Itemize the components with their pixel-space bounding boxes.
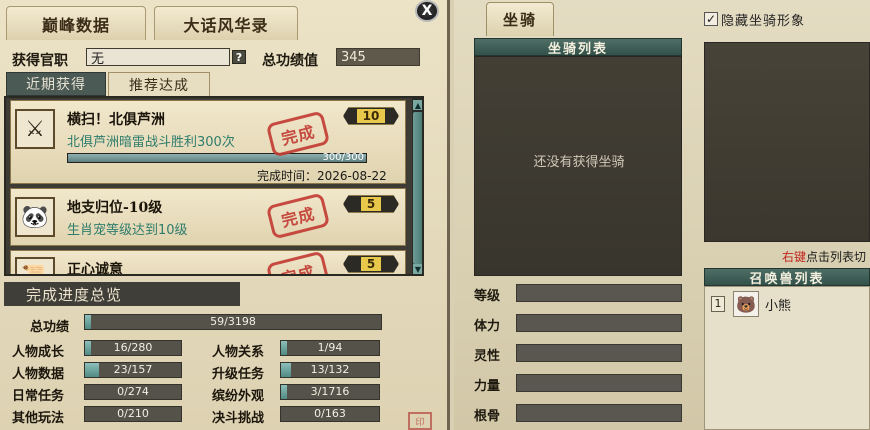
official-title-field: 无 [86,48,230,67]
official-title-label: 获得官职 [12,53,68,69]
achievement-title: 地支归位-10级 [67,200,163,216]
hint-text: 点击列表切 [806,250,867,264]
stat-progress-bar: 13/132 [280,362,380,378]
bear-icon: 🐻 [733,291,759,317]
completion-time: 完成时间：2026-08-22 [257,169,387,183]
mount-list[interactable]: 还没有获得坐骑 [474,56,682,276]
progress-text: 0/210 [117,407,149,420]
attribute-value-bar [516,284,682,302]
mount-list-header: 坐骑列表 [474,38,682,57]
achievement-progress: 300/300 [67,152,367,163]
attribute-label: 灵性 [474,349,501,364]
attribute-label: 体力 [474,319,501,334]
scroll-down-icon[interactable]: ▼ [413,264,422,274]
total-achievement-label: 总功绩 [30,320,70,335]
points-value: 5 [360,197,382,211]
total-achievement-bar: 59/3198 [84,314,382,330]
stat-progress-bar: 16/280 [84,340,182,356]
tab-peak-data[interactable]: 巅峰数据 [6,6,146,40]
summon-name: 小熊 [765,299,792,314]
stat-progress-bar: 1/94 [280,340,380,356]
summon-index: 1 [711,296,725,312]
summon-list-header: 召唤兽列表 [704,268,870,287]
tab-mount[interactable]: 坐骑 [486,2,554,36]
progress-text: 300/300 [322,152,364,163]
empty-mount-message: 还没有获得坐骑 [533,155,625,170]
mount-preview [704,42,870,242]
right-click-hint: 右键点击列表切 [782,248,866,265]
stat-label: 升级任务 [212,367,265,382]
progress-text: 13/132 [310,363,350,376]
achievement-points-badge: 10 [343,107,399,125]
stat-progress-bar: 0/210 [84,406,182,422]
achievement-desc: 生肖宠等级达到10级 [67,223,188,238]
attribute-label: 等级 [474,289,501,304]
progress-text: 0/274 [117,385,149,398]
completed-stamp: 完成 [265,250,331,274]
stat-label: 其他玩法 [12,411,65,426]
achievement-points-badge: 5 [343,195,399,213]
total-points-label: 总功绩值 [262,53,318,69]
completed-stamp: 完成 [265,110,331,158]
overview-header: 完成进度总览 [4,282,240,306]
tab-recent[interactable]: 近期获得 [6,72,106,96]
stat-progress-bar: 3/1716 [280,384,380,400]
stat-progress-bar: 23/157 [84,362,182,378]
achievement-desc: 北俱芦洲暗雷战斗胜利300次 [67,135,235,150]
summon-list[interactable]: 1 🐻 小熊 [704,286,870,430]
stat-label: 决斗挑战 [212,411,265,426]
attribute-value-bar [516,344,682,362]
points-value: 10 [356,109,386,123]
stat-label: 日常任务 [12,389,65,404]
attribute-value-bar [516,314,682,332]
attribute-label: 力量 [474,379,501,394]
scroll-thumb[interactable] [413,112,422,264]
progress-text: 1/94 [317,341,343,354]
progress-text: 59/3198 [210,315,256,328]
stat-label: 人物关系 [212,345,265,360]
achievement-title: 横扫！北俱芦洲 [67,112,165,128]
panda-icon: 🐼 [15,197,55,237]
hide-mount-checkbox[interactable]: ✓ [704,12,718,26]
summon-list-item[interactable]: 1 🐻 小熊 [709,291,859,317]
completed-stamp: 完成 [265,192,331,240]
hide-mount-label[interactable]: 隐藏坐骑形象 [721,10,805,29]
achievement-card[interactable]: 🐼 地支归位-10级 生肖宠等级达到10级 完成 5 [10,188,406,246]
warrior-icon: ⚔ [15,109,55,149]
hint-right-click: 右键 [782,250,807,264]
attribute-value-bar [516,374,682,392]
close-button[interactable]: X [415,0,439,22]
stat-progress-bar: 0/163 [280,406,380,422]
attribute-value-bar [516,404,682,422]
stat-label: 人物数据 [12,367,65,382]
progress-text: 3/1716 [310,385,350,398]
total-points-field: 345 [336,48,420,66]
achievement-title: 正心诚意 [67,262,123,276]
tab-recommend[interactable]: 推荐达成 [108,72,210,96]
points-value: 5 [360,257,382,271]
stat-label: 人物成长 [12,345,65,360]
tab-dahua-record[interactable]: 大话风华录 [154,6,298,40]
help-button[interactable]: ? [232,50,246,64]
achievement-card[interactable]: 📜 正心诚意 完成 5 [10,250,406,276]
seal-stamp: 印 [408,412,432,430]
attribute-label: 根骨 [474,409,501,424]
achievement-points-badge: 5 [343,255,399,273]
achievement-card[interactable]: ⚔ 横扫！北俱芦洲 北俱芦洲暗雷战斗胜利300次 300/300 完成时间：20… [10,100,406,184]
progress-text: 0/163 [314,407,346,420]
scroll-icon: 📜 [15,257,55,274]
progress-text: 23/157 [113,363,153,376]
scroll-up-icon[interactable]: ▲ [413,100,422,110]
achievement-scrollbar[interactable]: ▲ ▼ [412,98,422,274]
progress-fill [68,154,366,162]
stat-label: 缤纷外观 [212,389,265,404]
stat-progress-bar: 0/274 [84,384,182,400]
achievement-list[interactable]: ⚔ 横扫！北俱芦洲 北俱芦洲暗雷战斗胜利300次 300/300 完成时间：20… [4,96,424,276]
progress-text: 16/280 [113,341,153,354]
